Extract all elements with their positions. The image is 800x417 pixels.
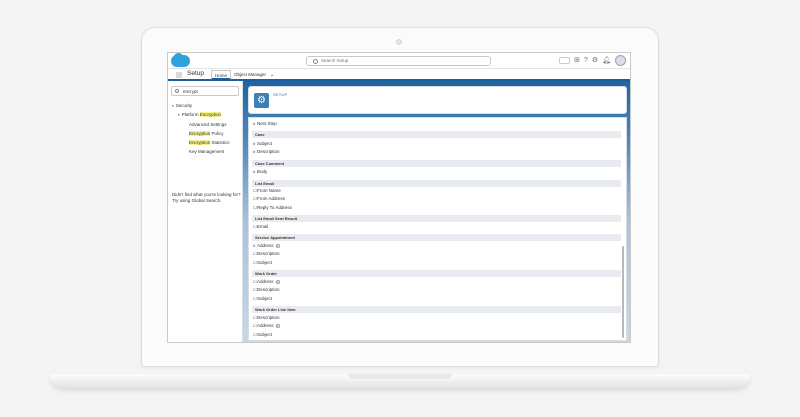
field-item[interactable]: # Description (253, 149, 280, 154)
chevron-down-icon[interactable]: ▾ (178, 113, 180, 117)
field-item[interactable]: ☐From Name (253, 188, 281, 193)
field-label: Subject (257, 296, 273, 301)
tree-item-encryption-policy[interactable]: Encryption Policy (189, 131, 224, 136)
tree-label: Policy (210, 131, 224, 136)
field-label: Subject (257, 141, 273, 146)
field-item[interactable]: ☐Description (253, 315, 280, 320)
tab-object-manager[interactable]: Object Manager ⌄ (231, 70, 277, 80)
screen: Search Setup ⊞ ? ⚙ 🔔︎ Setup Home Object … (167, 52, 631, 343)
app-launcher-icon[interactable] (176, 72, 182, 78)
info-icon[interactable]: i (275, 279, 280, 284)
section-header: Service Appointment (252, 234, 621, 241)
tree-label: Statistics (210, 140, 230, 145)
section-header: Case Comment (252, 160, 621, 167)
field-item[interactable]: ☐Subject (253, 332, 272, 337)
tree-label: Platform (181, 112, 200, 117)
favorites-icon[interactable] (559, 57, 571, 64)
field-label: From Address (257, 196, 286, 201)
field-item[interactable]: ☐Description (253, 287, 280, 292)
search-highlight: Encryption (189, 131, 211, 136)
field-item[interactable]: ☐From Address (253, 196, 285, 201)
search-highlight: Encryption (189, 140, 211, 145)
bell-icon[interactable]: 🔔︎ (602, 55, 611, 66)
tree-label: Security (175, 103, 193, 108)
field-label: Description (257, 251, 280, 256)
main-content: ⚙ SETUP # Next Step Case # Subject # Descri… (243, 81, 630, 342)
field-item[interactable]: ☐Subject (253, 260, 272, 265)
chevron-down-icon[interactable]: ▾ (172, 104, 174, 108)
global-header: Search Setup ⊞ ? ⚙ 🔔︎ (168, 53, 630, 69)
tree-label: Advanced Settings (189, 122, 227, 127)
gear-icon: ⚙ (254, 93, 269, 108)
tree-item-advanced-settings[interactable]: Advanced Settings (189, 122, 227, 127)
quick-find-input[interactable]: encrypt (171, 86, 239, 96)
page-header: ⚙ SETUP (248, 86, 627, 114)
field-item[interactable]: ☐Subject (253, 296, 272, 301)
section-header: List Email Sent Result (252, 215, 621, 222)
tree-item-encryption-statistics[interactable]: Encryption Statistics (189, 140, 230, 145)
info-icon[interactable]: i (275, 323, 280, 328)
quick-find-value: encrypt (183, 88, 198, 94)
add-icon[interactable]: ⊞ (574, 55, 580, 66)
section-header: Work Order Line Item (252, 306, 621, 313)
search-icon (175, 89, 179, 93)
tree-item-key-management[interactable]: Key Management (189, 149, 224, 154)
salesforce-logo[interactable] (171, 53, 190, 67)
search-input[interactable]: Search Setup (306, 56, 491, 66)
field-item[interactable]: # Next Step (253, 121, 277, 126)
field-label: Description (257, 315, 280, 320)
search-icon (313, 59, 318, 64)
avatar[interactable] (615, 55, 626, 66)
field-label: Next Step (257, 121, 277, 126)
field-label: Description (257, 149, 280, 154)
app-name: Setup (187, 70, 204, 77)
page-title: SETUP (273, 92, 288, 97)
field-item[interactable]: ☐Address i (253, 323, 280, 328)
field-item[interactable]: ☐Reply To Address (253, 205, 292, 210)
tab-home-label: Home (215, 73, 228, 78)
info-icon[interactable]: i (275, 243, 280, 248)
field-label: Body (257, 169, 268, 174)
field-item[interactable]: ☐Email (253, 224, 268, 229)
tree-label: Key Management (189, 149, 225, 154)
field-item[interactable]: ☐Description (253, 251, 280, 256)
search-highlight: Encryption (199, 112, 222, 117)
nav-bar: Setup Home Object Manager ⌄ (168, 69, 630, 81)
tab-home[interactable]: Home (211, 70, 232, 80)
laptop-notch (348, 374, 452, 379)
section-header: Work Order (252, 270, 621, 277)
tree-item-security[interactable]: ▾ Security (172, 103, 192, 108)
section-header: List Email (252, 180, 621, 187)
field-item[interactable]: ☐Address i (253, 279, 280, 284)
field-label: Email (257, 224, 269, 229)
help-text: Didn't find what you're looking for? Try… (172, 192, 241, 203)
field-list: # Next Step Case # Subject # Description Ca… (248, 117, 627, 341)
field-label: Address (257, 243, 274, 248)
chevron-down-icon[interactable]: ⌄ (270, 72, 274, 78)
search-placeholder: Search Setup (321, 58, 349, 63)
tab-object-manager-label: Object Manager (234, 72, 267, 77)
field-item[interactable]: # Address i (253, 243, 280, 248)
field-label: Subject (257, 332, 273, 337)
section-header: Case (252, 131, 621, 138)
camera (396, 39, 402, 45)
field-label: Subject (257, 260, 273, 265)
tree-item-platform-encryption[interactable]: ▾ Platform Encryption (178, 112, 222, 117)
setup-sidebar: encrypt ▾ Security ▾ Platform Encryption A… (168, 81, 243, 342)
field-item[interactable]: # Subject (253, 141, 272, 146)
field-label: Reply To Address (257, 205, 292, 210)
field-label: Address (257, 323, 274, 328)
gear-icon[interactable]: ⚙ (592, 55, 598, 66)
field-label: Description (257, 287, 280, 292)
field-label: Address (257, 279, 274, 284)
field-item[interactable]: # Body (253, 169, 267, 174)
scrollbar[interactable] (622, 246, 624, 338)
field-label: From Name (257, 188, 281, 193)
help-icon[interactable]: ? (584, 55, 588, 66)
